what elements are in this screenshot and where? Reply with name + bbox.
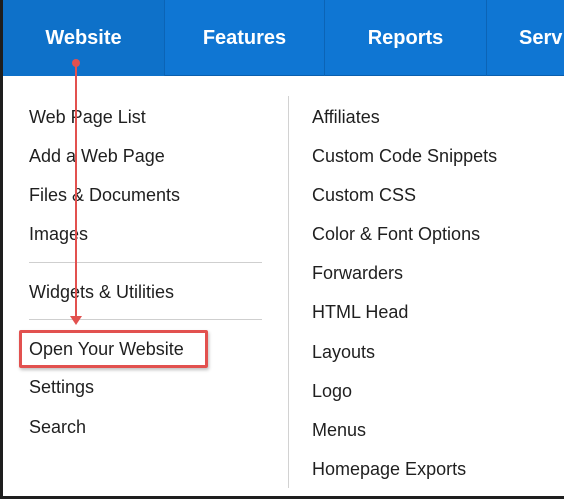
down-arrow-icon: [70, 316, 82, 325]
menu-item-web-page-list[interactable]: Web Page List: [29, 106, 146, 128]
annotation-arrow-line: [75, 62, 77, 320]
menu-item-settings[interactable]: Settings: [29, 376, 94, 398]
highlight-box: [19, 330, 208, 368]
menu-item-custom-css[interactable]: Custom CSS: [312, 184, 416, 206]
menu-item-menus[interactable]: Menus: [312, 419, 366, 441]
menu-item-custom-code-snippets[interactable]: Custom Code Snippets: [312, 145, 497, 167]
menu-item-images[interactable]: Images: [29, 223, 88, 245]
menu-item-affiliates[interactable]: Affiliates: [312, 106, 380, 128]
menu-divider: [29, 262, 262, 263]
menu-item-widgets-utilities[interactable]: Widgets & Utilities: [29, 281, 174, 303]
tab-services-label: Serv: [519, 26, 563, 49]
menu-item-add-a-web-page[interactable]: Add a Web Page: [29, 145, 165, 167]
screenshot-frame: Website Features Reports Serv Web Page L…: [0, 0, 564, 499]
menu-divider: [29, 319, 262, 320]
menu-item-logo[interactable]: Logo: [312, 380, 352, 402]
tab-website[interactable]: Website: [3, 0, 165, 76]
tab-services[interactable]: Serv: [487, 0, 564, 76]
tab-website-label: Website: [45, 26, 122, 49]
menu-item-forwarders[interactable]: Forwarders: [312, 262, 403, 284]
tab-reports[interactable]: Reports: [325, 0, 487, 76]
top-navigation-bar: Website Features Reports Serv: [3, 0, 564, 76]
menu-item-html-head[interactable]: HTML Head: [312, 301, 408, 323]
tab-reports-label: Reports: [367, 26, 444, 49]
menu-item-homepage-exports[interactable]: Homepage Exports: [312, 458, 466, 480]
tab-features[interactable]: Features: [165, 0, 325, 76]
tab-features-label: Features: [202, 26, 287, 49]
menu-item-files-documents[interactable]: Files & Documents: [29, 184, 180, 206]
menu-item-color-font-options[interactable]: Color & Font Options: [312, 223, 480, 245]
column-divider: [288, 96, 289, 488]
menu-item-search[interactable]: Search: [29, 416, 86, 438]
menu-item-layouts[interactable]: Layouts: [312, 341, 375, 363]
